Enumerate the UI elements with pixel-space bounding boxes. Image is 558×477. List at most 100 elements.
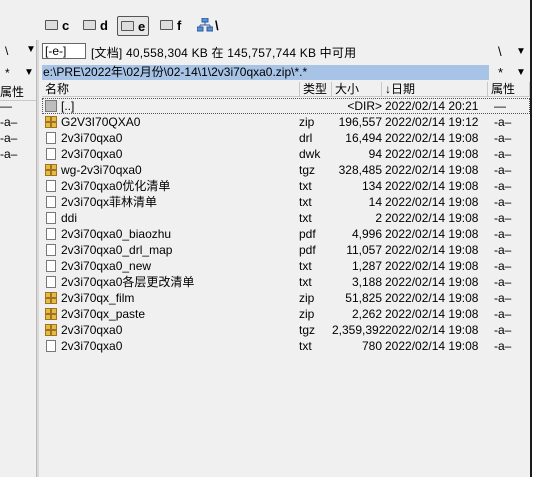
right-nav-back-button[interactable]: \	[498, 44, 502, 59]
file-size: 2	[375, 211, 382, 225]
left-attr-0: —	[0, 99, 12, 113]
file-type: tgz	[299, 163, 316, 177]
file-name: 2v3i70qxa0_biaozhu	[61, 227, 172, 241]
file-row[interactable]: [..] <DIR> 2022/02/14 20:21 —	[42, 98, 530, 114]
file-attr: -a–	[494, 291, 512, 305]
drive-button-d[interactable]: d	[83, 16, 108, 34]
drive-icon	[121, 21, 134, 31]
left-panel: \ ▼ * ▼ 属性 — -a– -a– -a–	[0, 40, 36, 477]
file-row[interactable]: 2v3i70qxa0 drl 16,494 2022/02/14 19:08 -a–	[42, 130, 530, 146]
left-attr-1: -a–	[0, 115, 18, 129]
file-name: 2v3i70qxa0_drl_map	[61, 243, 173, 257]
file-name: G2V3I70QXA0	[61, 115, 141, 129]
file-type: zip	[299, 291, 315, 305]
file-size: 1,287	[351, 259, 382, 273]
file-name: 2v3i70qx_film	[61, 291, 135, 305]
file-type: tgz	[299, 323, 316, 337]
file-attr: -a–	[494, 147, 512, 161]
network-drive-button[interactable]: \	[197, 16, 219, 34]
file-row[interactable]: ddi txt 2 2022/02/14 19:08 -a–	[42, 210, 530, 226]
file-row[interactable]: 2v3i70qxa0_drl_map pdf 11,057 2022/02/14 19…	[42, 242, 530, 258]
right-path-dropdown[interactable]: ▼	[516, 67, 526, 78]
file-name: wg-2v3i70qxa0	[61, 163, 142, 177]
file-icon	[46, 340, 56, 352]
file-date: 2022/02/14 19:08	[385, 275, 479, 289]
left-nav-back-button[interactable]: \	[5, 44, 8, 58]
file-name: 2v3i70qx_paste	[61, 307, 146, 321]
file-attr: -a–	[494, 163, 512, 177]
file-attr: -a–	[494, 131, 512, 145]
archive-icon	[45, 324, 57, 336]
file-size: 16,494	[345, 131, 382, 145]
drive-button-c[interactable]: c	[45, 16, 69, 34]
file-row[interactable]: 2v3i70qxa0优化清单 txt 134 2022/02/14 19:08 -a–	[42, 178, 530, 194]
column-header-attr[interactable]: 属性	[488, 82, 530, 97]
archive-icon	[45, 116, 57, 128]
file-attr: -a–	[494, 307, 512, 321]
column-header-name[interactable]: 名称	[42, 82, 300, 97]
column-header-size[interactable]: 大小	[332, 82, 382, 97]
file-date: 2022/02/14 19:08	[385, 339, 479, 353]
file-row[interactable]: 2v3i70qxa0 tgz 2,359,392 2022/02/14 19:08 -a…	[42, 322, 530, 338]
column-header-date[interactable]: ↓日期	[382, 82, 488, 97]
file-row[interactable]: 2v3i70qxa0各层更改清单 txt 3,188 2022/02/14 19:08…	[42, 274, 530, 290]
left-attr-2: -a–	[0, 131, 18, 145]
file-attr: -a–	[494, 275, 512, 289]
file-type: pdf	[299, 243, 316, 257]
left-nav-star[interactable]: *	[5, 66, 10, 80]
file-row[interactable]: wg-2v3i70qxa0 tgz 328,485 2022/02/14 19:08 -…	[42, 162, 530, 178]
file-date: 2022/02/14 19:08	[385, 307, 479, 321]
drive-icon	[160, 20, 173, 30]
left-nav-dropdown[interactable]: ▼	[26, 44, 36, 55]
file-size: 780	[361, 339, 382, 353]
file-size: 196,557	[338, 115, 382, 129]
file-size: 4,996	[351, 227, 382, 241]
file-size: 134	[361, 179, 382, 193]
file-date: 2022/02/14 19:12	[385, 115, 479, 129]
file-name: 2v3i70qx菲林清单	[61, 195, 158, 209]
column-header-type[interactable]: 类型	[300, 82, 332, 97]
file-type: txt	[299, 259, 312, 273]
file-date: 2022/02/14 19:08	[385, 211, 479, 225]
file-date: 2022/02/14 19:08	[385, 131, 479, 145]
file-icon	[46, 196, 56, 208]
file-size: 328,485	[338, 163, 382, 177]
file-date: 2022/02/14 19:08	[385, 227, 479, 241]
drive-button-f[interactable]: f	[160, 16, 181, 34]
file-icon	[46, 212, 56, 224]
file-row[interactable]: 2v3i70qx_paste zip 2,262 2022/02/14 19:08 -a…	[42, 306, 530, 322]
file-type: txt	[299, 211, 312, 225]
file-icon	[46, 276, 56, 288]
drive-button-e[interactable]: e	[117, 16, 150, 36]
drive-selector[interactable]: [-e-]	[42, 43, 86, 59]
file-size: 11,057	[346, 243, 382, 257]
file-date: 2022/02/14 19:08	[385, 195, 479, 209]
file-icon	[46, 148, 56, 160]
file-row[interactable]: 2v3i70qxa0 txt 780 2022/02/14 19:08 -a–	[42, 338, 530, 354]
file-name: 2v3i70qxa0	[61, 339, 123, 353]
file-date: 2022/02/14 19:08	[385, 291, 479, 305]
right-nav-dropdown[interactable]: ▼	[516, 46, 526, 57]
left-path-dropdown[interactable]: ▼	[24, 67, 34, 78]
file-row[interactable]: 2v3i70qxa0 dwk 94 2022/02/14 19:08 -a–	[42, 146, 530, 162]
file-icon	[46, 180, 56, 192]
right-nav-star[interactable]: *	[498, 65, 503, 80]
file-row[interactable]: 2v3i70qx_film zip 51,825 2022/02/14 19:08 -a…	[42, 290, 530, 306]
archive-icon	[45, 308, 57, 320]
file-attr: -a–	[494, 227, 512, 241]
file-row[interactable]: 2v3i70qxa0_new txt 1,287 2022/02/14 19:08 -a…	[42, 258, 530, 274]
file-type: zip	[299, 115, 315, 129]
file-icon	[46, 132, 56, 144]
file-row[interactable]: 2v3i70qx菲林清单 txt 14 2022/02/14 19:08 -a–	[42, 194, 530, 210]
network-icon	[197, 18, 213, 32]
file-row[interactable]: 2v3i70qxa0_biaozhu pdf 4,996 2022/02/14 19:…	[42, 226, 530, 242]
file-icon	[46, 260, 56, 272]
file-row[interactable]: G2V3I70QXA0 zip 196,557 2022/02/14 19:12 -a–	[42, 114, 530, 130]
file-size: <DIR>	[347, 99, 382, 113]
path-bar[interactable]: e:\PRE\2022年\02月份\02-14\1\2v3i70qxa0.zip…	[42, 65, 489, 80]
file-date: 2022/02/14 20:21	[385, 99, 479, 113]
drive-icon	[83, 20, 96, 30]
file-attr: —	[494, 99, 506, 113]
file-date: 2022/02/14 19:08	[385, 243, 479, 257]
panel-splitter[interactable]	[36, 40, 39, 477]
